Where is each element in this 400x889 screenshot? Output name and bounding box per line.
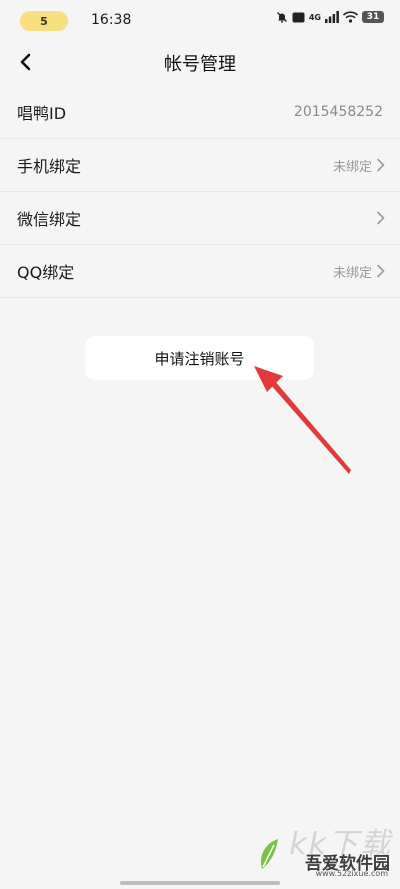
home-indicator[interactable] bbox=[120, 881, 280, 885]
chevron-right-icon bbox=[376, 158, 386, 172]
page-title: 帐号管理 bbox=[164, 54, 236, 75]
phone-binding-status: 未绑定 bbox=[332, 159, 372, 175]
row-label-wechat: 微信绑定 bbox=[17, 210, 82, 229]
status-icons: 4G 31 bbox=[276, 11, 384, 23]
status-time: 16:38 bbox=[91, 12, 132, 28]
row-label-qq: QQ绑定 bbox=[17, 263, 75, 282]
row-user-id: 唱鸭ID 2015458252 bbox=[0, 86, 400, 139]
status-bar: 5 16:38 4G 31 bbox=[0, 0, 400, 40]
qq-binding-status: 未绑定 bbox=[332, 265, 372, 281]
row-label-user-id: 唱鸭ID bbox=[17, 104, 67, 123]
mute-bell-icon bbox=[276, 11, 288, 23]
user-id-value: 2015458252 bbox=[293, 104, 383, 120]
wifi-icon bbox=[343, 11, 358, 23]
row-qq-binding[interactable]: QQ绑定 未绑定 bbox=[0, 245, 400, 298]
hd-icon bbox=[292, 12, 305, 23]
row-label-phone: 手机绑定 bbox=[17, 157, 82, 176]
cancel-account-button[interactable]: 申请注销账号 bbox=[85, 336, 314, 380]
nav-bar: 帐号管理 bbox=[0, 40, 400, 84]
chevron-right-icon bbox=[376, 211, 386, 225]
settings-list: 唱鸭ID 2015458252 手机绑定 未绑定 微信绑定 QQ绑定 未绑定 bbox=[0, 86, 400, 298]
signal-icon bbox=[325, 11, 339, 23]
network-type: 4G bbox=[308, 12, 321, 22]
chevron-right-icon bbox=[376, 264, 386, 278]
leaf-logo-icon bbox=[258, 837, 280, 875]
row-phone-binding[interactable]: 手机绑定 未绑定 bbox=[0, 139, 400, 192]
status-pill-text: 5 bbox=[40, 14, 48, 28]
row-wechat-binding[interactable]: 微信绑定 bbox=[0, 192, 400, 245]
battery-icon: 31 bbox=[362, 11, 384, 23]
status-pill: 5 bbox=[20, 11, 68, 31]
watermark-url: www.52zixue.com bbox=[315, 869, 388, 878]
watermark: kk下载 吾爱软件园 www.52zixue.com bbox=[254, 819, 394, 881]
